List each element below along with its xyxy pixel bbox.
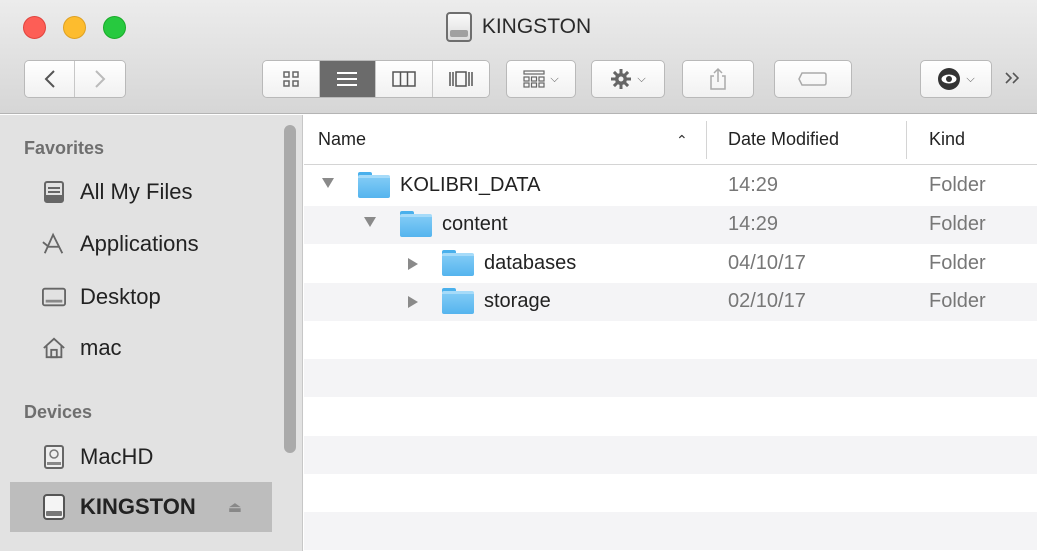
drive-icon	[445, 12, 472, 42]
file-date: 14:29	[728, 174, 779, 196]
action-button[interactable]: ⌵	[591, 60, 665, 98]
desktop-icon	[42, 284, 66, 310]
sidebar-item-applications[interactable]: Applications	[0, 219, 272, 269]
file-name: KOLIBRI_DATA	[400, 174, 541, 196]
column-header-date-modified[interactable]: Date Modified	[728, 129, 839, 150]
empty-row	[304, 474, 1037, 512]
folder-icon	[442, 250, 474, 276]
tags-button[interactable]	[774, 60, 852, 98]
share-icon	[710, 67, 726, 90]
eye-icon	[938, 68, 961, 90]
toolbar-overflow-icon[interactable]	[1004, 66, 1022, 92]
disclosure-triangle-icon[interactable]	[322, 178, 334, 188]
sidebar-item-label: KINGSTON	[80, 494, 196, 519]
empty-row	[304, 359, 1037, 397]
sidebar-item-label: mac	[80, 335, 122, 360]
external-drive-icon	[42, 494, 66, 520]
disclosure-triangle-icon[interactable]	[408, 258, 418, 270]
all-files-icon	[42, 179, 66, 205]
table-row[interactable]: databases 04/10/17 Folder	[304, 245, 1037, 283]
table-row[interactable]: content 14:29 Folder	[304, 206, 1037, 244]
file-date: 14:29	[728, 213, 779, 235]
sidebar-item-label: All My Files	[80, 179, 193, 204]
arrange-icon	[523, 70, 545, 88]
file-kind: Folder	[929, 290, 986, 312]
window-toolbar: KINGSTON ⌵ ⌵ ⌵	[0, 0, 1037, 114]
cover-flow-icon	[449, 71, 473, 87]
column-divider[interactable]	[906, 121, 907, 159]
gear-icon	[611, 69, 632, 89]
sidebar-item-kingston[interactable]: KINGSTON ⏏	[10, 482, 272, 532]
view-mode-control	[262, 60, 490, 98]
navigation-buttons	[24, 60, 126, 98]
arrange-button[interactable]: ⌵	[506, 60, 576, 98]
chevron-down-icon: ⌵	[966, 72, 975, 85]
file-name: databases	[484, 252, 577, 274]
applications-icon	[42, 231, 66, 257]
column-header-name[interactable]: Name	[318, 129, 366, 150]
sidebar-item-label: Desktop	[80, 284, 161, 309]
sidebar-scrollbar[interactable]	[284, 125, 296, 453]
file-kind: Folder	[929, 252, 986, 274]
disclosure-triangle-icon[interactable]	[364, 217, 376, 227]
folder-icon	[400, 211, 432, 237]
file-kind: Folder	[929, 174, 986, 196]
sidebar: Favorites All My Files Applications Desk…	[0, 115, 303, 551]
hard-disk-icon	[42, 444, 66, 470]
sidebar-heading-devices: Devices	[24, 402, 93, 422]
empty-row	[304, 398, 1037, 436]
file-name: content	[442, 213, 508, 235]
file-date: 02/10/17	[728, 290, 806, 312]
column-header-row: Name ⌃ Date Modified Kind	[304, 115, 1037, 165]
back-button[interactable]	[25, 61, 75, 97]
sidebar-item-machd[interactable]: MacHD	[0, 432, 272, 482]
chevron-down-icon: ⌵	[550, 72, 559, 85]
chevron-left-icon	[44, 70, 55, 88]
column-view-button[interactable]	[376, 61, 433, 97]
sidebar-item-mac[interactable]: mac	[0, 323, 272, 373]
table-row[interactable]: KOLIBRI_DATA 14:29 Folder	[304, 167, 1037, 205]
empty-row	[304, 436, 1037, 474]
empty-row	[304, 321, 1037, 359]
folder-icon	[442, 288, 474, 314]
window-title: KINGSTON	[481, 15, 592, 38]
chevron-right-icon	[95, 70, 106, 88]
cover-flow-view-button[interactable]	[432, 61, 489, 97]
list-view-button[interactable]	[319, 61, 376, 97]
home-icon	[42, 335, 66, 361]
empty-row	[304, 512, 1037, 550]
sidebar-item-all-my-files[interactable]: All My Files	[0, 167, 272, 217]
sidebar-heading-favorites: Favorites	[24, 138, 105, 158]
list-view-icon	[337, 72, 358, 86]
sort-ascending-icon[interactable]: ⌃	[676, 132, 688, 149]
folder-icon	[358, 172, 390, 198]
disclosure-triangle-icon[interactable]	[408, 296, 418, 308]
forward-button[interactable]	[75, 61, 125, 97]
column-divider[interactable]	[706, 121, 707, 159]
quick-look-button[interactable]: ⌵	[920, 60, 992, 98]
icon-view-button[interactable]	[263, 61, 320, 97]
icon-view-icon	[283, 71, 299, 87]
eject-icon[interactable]: ⏏	[228, 498, 242, 516]
file-kind: Folder	[929, 213, 986, 235]
chevron-down-icon: ⌵	[637, 72, 646, 85]
sidebar-item-label: Applications	[80, 231, 199, 256]
tag-icon	[798, 72, 827, 86]
file-date: 04/10/17	[728, 252, 806, 274]
window-title-area: KINGSTON	[0, 12, 1037, 48]
column-header-kind[interactable]: Kind	[929, 129, 965, 150]
file-name: storage	[484, 290, 551, 312]
column-view-icon	[392, 71, 416, 87]
sidebar-item-desktop[interactable]: Desktop	[0, 272, 272, 322]
sidebar-item-label: MacHD	[80, 444, 154, 469]
table-row[interactable]: storage 02/10/17 Folder	[304, 283, 1037, 321]
file-list: Name ⌃ Date Modified Kind KOLIBRI_DATA 1…	[304, 115, 1037, 551]
share-button[interactable]	[682, 60, 754, 98]
